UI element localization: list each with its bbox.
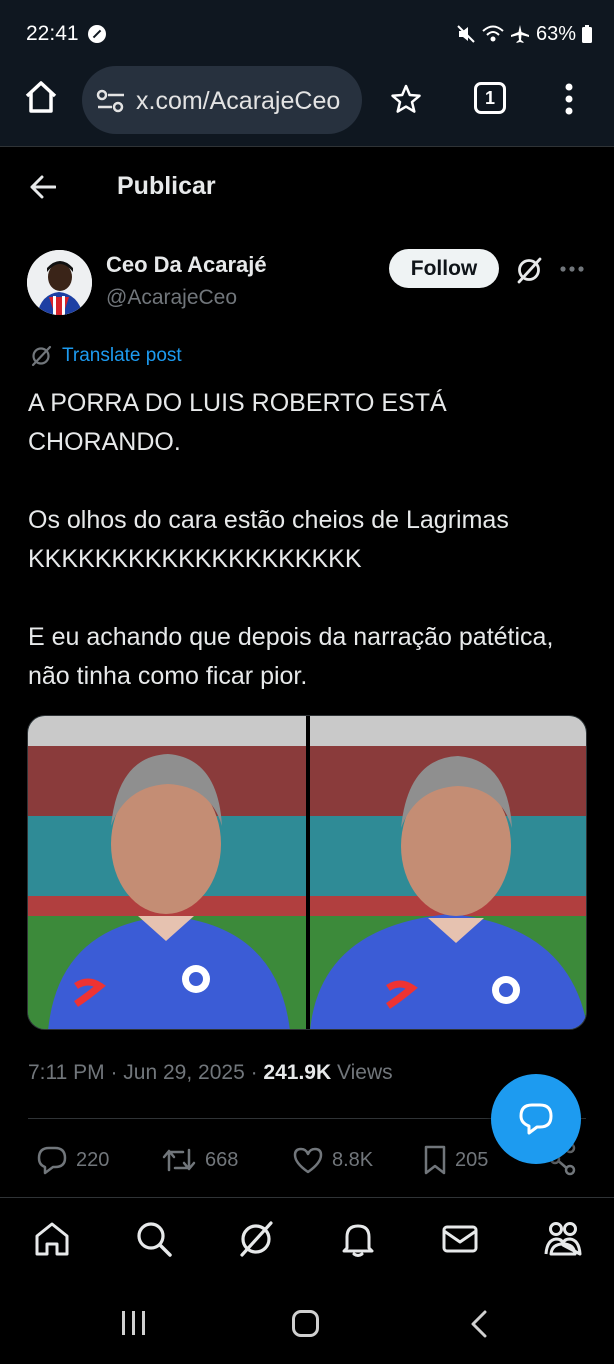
translate-post-link[interactable]: Translate post [30, 344, 182, 368]
grok-translate-icon [31, 345, 52, 367]
url-text[interactable]: x.com/AcarajeCeo [136, 87, 352, 116]
address-bar[interactable]: x.com/AcarajeCeo [82, 66, 362, 134]
system-home-button[interactable] [292, 1310, 319, 1337]
browser-toolbar: x.com/AcarajeCeo 1 [0, 62, 614, 146]
post-paragraph: A PORRA DO LUIS ROBERTO ESTÁ CHORANDO. [28, 389, 447, 456]
like-count: 8.8K [332, 1148, 374, 1171]
search-icon[interactable] [135, 1220, 173, 1258]
author-name[interactable]: Ceo Da Acarajé [106, 252, 267, 278]
post-paragraph: E eu achando que depois da narração paté… [28, 623, 554, 690]
repost-count: 668 [205, 1148, 239, 1171]
bottom-navigation [0, 1198, 614, 1282]
tab-switcher-button[interactable]: 1 [474, 82, 506, 114]
system-back-icon[interactable] [470, 1310, 488, 1338]
status-indicators: 63% [456, 22, 592, 46]
back-arrow-icon[interactable] [30, 175, 56, 199]
compose-reply-button[interactable] [491, 1074, 581, 1164]
bookmark-button[interactable]: 205 [423, 1140, 488, 1180]
reply-button[interactable]: 220 [36, 1140, 109, 1180]
grok-nav-icon[interactable] [237, 1220, 275, 1258]
status-time: 22:41 [26, 22, 79, 45]
views-label: Views [336, 1061, 393, 1084]
reply-icon [37, 1146, 67, 1175]
home-icon[interactable] [33, 1220, 71, 1258]
avatar[interactable] [27, 250, 92, 315]
recent-apps-button[interactable] [120, 1311, 148, 1335]
browser-home-icon[interactable] [24, 80, 58, 114]
grok-icon[interactable] [515, 256, 543, 284]
translate-post-label[interactable]: Translate post [62, 345, 182, 367]
media-image-left[interactable] [28, 716, 306, 1029]
notifications-bell-icon[interactable] [339, 1220, 377, 1258]
airplane-mode-icon [510, 25, 529, 43]
mute-icon [457, 25, 475, 43]
post-media[interactable] [27, 715, 587, 1030]
browser-menu-icon[interactable] [564, 82, 574, 116]
follow-button[interactable]: Follow [389, 249, 499, 288]
site-settings-icon[interactable] [96, 89, 126, 113]
repost-icon [162, 1148, 196, 1172]
view-count: 241.9K [263, 1061, 332, 1084]
post-time: 7:11 PM · Jun 29, 2025 · [28, 1061, 264, 1084]
author-handle[interactable]: @AcarajeCeo [106, 286, 237, 310]
reply-count: 220 [76, 1148, 110, 1171]
bookmark-count: 205 [455, 1148, 489, 1171]
repost-button[interactable]: 668 [161, 1140, 238, 1180]
do-not-disturb-icon [88, 25, 106, 43]
status-bar: 22:41 63% [0, 0, 614, 62]
divider [0, 146, 614, 147]
heart-icon [293, 1147, 323, 1174]
page-title: Publicar [117, 172, 216, 200]
media-image-right[interactable] [310, 716, 586, 1029]
battery-icon [582, 25, 592, 43]
wifi-icon [482, 25, 504, 42]
bookmark-icon [424, 1145, 446, 1175]
reply-bubble-icon [519, 1103, 553, 1135]
post-timestamp: 7:11 PM · Jun 29, 2025 · 241.9K Views [28, 1061, 393, 1085]
bookmark-star-icon[interactable] [390, 83, 422, 115]
post-paragraph: Os olhos do cara estão cheios de Lagrima… [28, 506, 509, 573]
like-button[interactable]: 8.8K [292, 1140, 373, 1180]
communities-icon[interactable] [543, 1220, 583, 1258]
messages-envelope-icon[interactable] [441, 1220, 479, 1258]
system-navigation-bar [0, 1282, 614, 1364]
post-text: A PORRA DO LUIS ROBERTO ESTÁ CHORANDO. O… [28, 384, 588, 696]
battery-percent: 63% [535, 22, 576, 45]
more-options-icon[interactable] [559, 265, 585, 273]
